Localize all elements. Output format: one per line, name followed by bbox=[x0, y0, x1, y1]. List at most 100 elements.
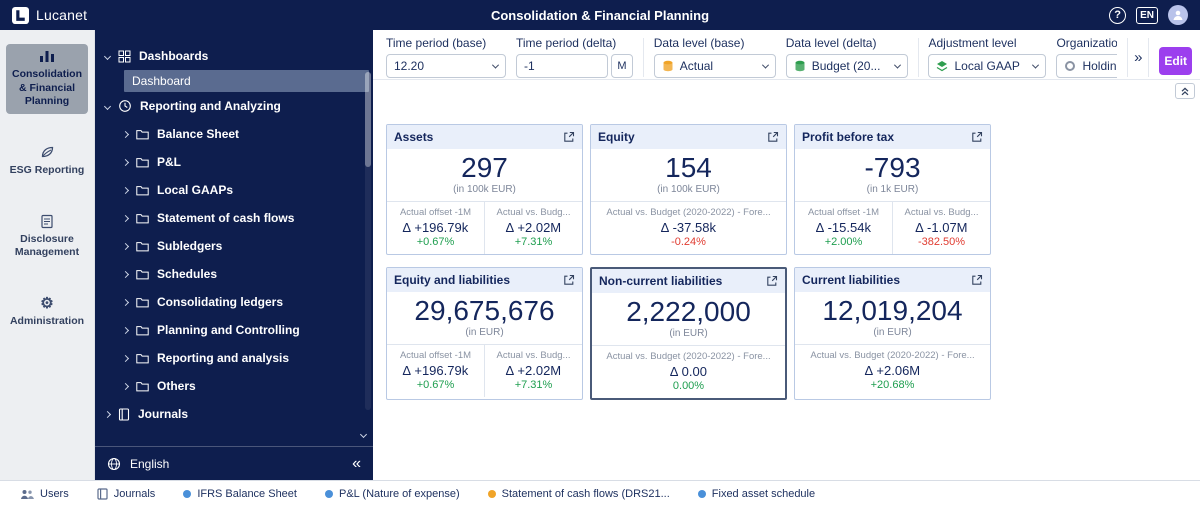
rail-item-administration[interactable]: ⚙ Administration bbox=[6, 291, 88, 334]
user-avatar[interactable] bbox=[1168, 5, 1188, 25]
tree-item-reporting-and-analyzing[interactable]: Reporting and Analyzing bbox=[95, 92, 373, 120]
kpi-metrics: Actual vs. Budget (2020-2022) - Fore... … bbox=[592, 345, 785, 398]
data-level-delta-select[interactable]: Budget (20... bbox=[786, 54, 908, 78]
chevron-right-icon bbox=[122, 214, 129, 221]
kpi-card-equity: Equity 154 (in 100k EUR) Actual vs. Budg… bbox=[590, 124, 787, 255]
kpi-card-header: Equity and liabilities bbox=[387, 268, 582, 292]
tree-item-statement-of-cash-flows[interactable]: Statement of cash flows bbox=[95, 204, 373, 232]
filter-organization: Organization Holding bbox=[1056, 36, 1117, 78]
kpi-card-title: Profit before tax bbox=[802, 130, 894, 144]
bottombar-item-pl-nature-of-expense[interactable]: P&L (Nature of expense) bbox=[325, 488, 460, 500]
rail-item-esg-reporting[interactable]: ESG Reporting bbox=[6, 140, 88, 183]
gear-icon: ⚙ bbox=[8, 296, 86, 312]
lucanet-logo-icon bbox=[12, 7, 29, 24]
tree-item-label: P&L bbox=[157, 155, 181, 169]
folder-icon bbox=[136, 157, 149, 168]
rail-item-label: Administration bbox=[10, 315, 84, 327]
tree-item-local-gaaps[interactable]: Local GAAPs bbox=[95, 176, 373, 204]
rail-item-consolidation[interactable]: Consolidation & Financial Planning bbox=[6, 44, 88, 114]
kpi-card-current-liabilities: Current liabilities 12,019,204 (in EUR) … bbox=[794, 267, 991, 400]
tree-item-reporting-and-analysis[interactable]: Reporting and analysis bbox=[95, 344, 373, 372]
tree-item-schedules[interactable]: Schedules bbox=[95, 260, 373, 288]
tree-item-label: Consolidating ledgers bbox=[157, 295, 283, 309]
tree-item-planning-and-controlling[interactable]: Planning and Controlling bbox=[95, 316, 373, 344]
adjustment-level-select[interactable]: Local GAAP bbox=[928, 54, 1046, 78]
kpi-unit: (in EUR) bbox=[795, 327, 990, 338]
bottombar-item-statement-of-cash-flows[interactable]: Statement of cash flows (DRS21... bbox=[488, 488, 670, 500]
tree-item-pl[interactable]: P&L bbox=[95, 148, 373, 176]
tree-item-label: Dashboards bbox=[139, 49, 208, 63]
collapse-sidebar-icon[interactable]: « bbox=[352, 456, 361, 472]
selected-value: Actual bbox=[680, 59, 713, 73]
kpi-card-equity-and-liabilities: Equity and liabilities 29,675,676 (in EU… bbox=[386, 267, 583, 400]
tree-item-label: Statement of cash flows bbox=[157, 211, 294, 225]
folder-icon bbox=[136, 129, 149, 140]
tree-item-balance-sheet[interactable]: Balance Sheet bbox=[95, 120, 373, 148]
tree-scrollbar-thumb[interactable] bbox=[365, 72, 371, 167]
kpi-metrics: Actual vs. Budget (2020-2022) - Fore... … bbox=[795, 344, 990, 397]
bottombar-item-journals[interactable]: Journals bbox=[97, 488, 156, 500]
kpi-card-header: Non-current liabilities bbox=[592, 269, 785, 293]
tree-scroll-down-icon[interactable] bbox=[361, 426, 366, 440]
tree-item-others[interactable]: Others bbox=[95, 372, 373, 400]
kpi-card-header: Equity bbox=[591, 125, 786, 149]
bottombar-item-label: IFRS Balance Sheet bbox=[197, 488, 297, 500]
open-in-new-icon[interactable] bbox=[971, 274, 983, 286]
leaf-icon bbox=[8, 145, 86, 161]
language-badge[interactable]: EN bbox=[1136, 7, 1158, 24]
rail-item-label: Disclosure Management bbox=[15, 233, 79, 259]
database-icon bbox=[662, 60, 674, 72]
selected-value: Holding bbox=[1082, 59, 1117, 73]
kpi-metric: Actual vs. Budg... ∆ +2.02M +7.31% bbox=[484, 202, 582, 254]
open-in-new-icon[interactable] bbox=[563, 131, 575, 143]
open-in-new-icon[interactable] bbox=[767, 131, 779, 143]
tree-item-dashboards[interactable]: Dashboards bbox=[95, 42, 373, 70]
filter-label: Data level (delta) bbox=[786, 36, 908, 50]
filter-separator bbox=[918, 38, 919, 77]
chevron-right-icon bbox=[122, 382, 129, 389]
expand-filters-button[interactable]: » bbox=[1127, 38, 1149, 77]
organization-select[interactable]: Holding bbox=[1056, 54, 1117, 78]
collapse-all-button[interactable] bbox=[1175, 83, 1195, 99]
bottombar-item-ifrs-balance-sheet[interactable]: IFRS Balance Sheet bbox=[183, 488, 297, 500]
tree-scrollbar[interactable] bbox=[365, 72, 371, 410]
chevron-right-icon bbox=[104, 410, 111, 417]
open-in-new-icon[interactable] bbox=[766, 275, 778, 287]
selected-value: Local GAAP bbox=[954, 59, 1019, 73]
folder-icon bbox=[136, 297, 149, 308]
edit-button[interactable]: Edit bbox=[1159, 47, 1192, 75]
kpi-value: -793 bbox=[795, 152, 990, 184]
folder-icon bbox=[136, 185, 149, 196]
double-chevron-up-icon bbox=[1180, 86, 1190, 97]
kpi-value: 12,019,204 bbox=[795, 295, 990, 327]
navigation-tree: Dashboards Dashboard Reporting and Analy… bbox=[95, 30, 373, 480]
data-level-base-select[interactable]: Actual bbox=[654, 54, 776, 78]
help-icon[interactable]: ? bbox=[1109, 7, 1126, 24]
language-selector[interactable]: English « bbox=[95, 446, 373, 480]
kpi-card-non-current-liabilities: Non-current liabilities 2,222,000 (in EU… bbox=[590, 267, 787, 400]
metric-delta: ∆ +2.02M bbox=[488, 363, 579, 378]
bottombar-item-fixed-asset-schedule[interactable]: Fixed asset schedule bbox=[698, 488, 815, 500]
tree-item-journals[interactable]: Journals bbox=[95, 400, 373, 428]
tree-item-subledgers[interactable]: Subledgers bbox=[95, 232, 373, 260]
metric-delta: ∆ -15.54k bbox=[798, 220, 889, 235]
chevron-right-icon bbox=[122, 354, 129, 361]
kpi-unit: (in EUR) bbox=[387, 327, 582, 338]
open-in-new-icon[interactable] bbox=[563, 274, 575, 286]
time-period-base-select[interactable]: 12.20 bbox=[386, 54, 506, 78]
open-in-new-icon[interactable] bbox=[971, 131, 983, 143]
filter-bar: Time period (base) 12.20 Time period (de… bbox=[373, 30, 1200, 80]
period-unit-button[interactable]: M bbox=[611, 54, 633, 78]
filter-data-level-base: Data level (base) Actual bbox=[654, 36, 776, 78]
kpi-cards-grid: Assets 297 (in 100k EUR) Actual offset -… bbox=[386, 124, 1200, 400]
bottombar-item-users[interactable]: Users bbox=[20, 488, 69, 500]
folder-icon bbox=[136, 325, 149, 336]
folder-icon bbox=[136, 353, 149, 364]
time-period-delta-input[interactable] bbox=[516, 54, 608, 78]
kpi-metric: Actual vs. Budget (2020-2022) - Fore... … bbox=[592, 346, 785, 398]
report-dot-icon bbox=[325, 490, 333, 498]
tree-item-dashboard-selected[interactable]: Dashboard bbox=[124, 70, 369, 92]
tree-item-consolidating-ledgers[interactable]: Consolidating ledgers bbox=[95, 288, 373, 316]
rail-item-disclosure-management[interactable]: Disclosure Management bbox=[6, 209, 88, 265]
kpi-metric: Actual offset -1M ∆ +196.79k +0.67% bbox=[387, 202, 484, 254]
